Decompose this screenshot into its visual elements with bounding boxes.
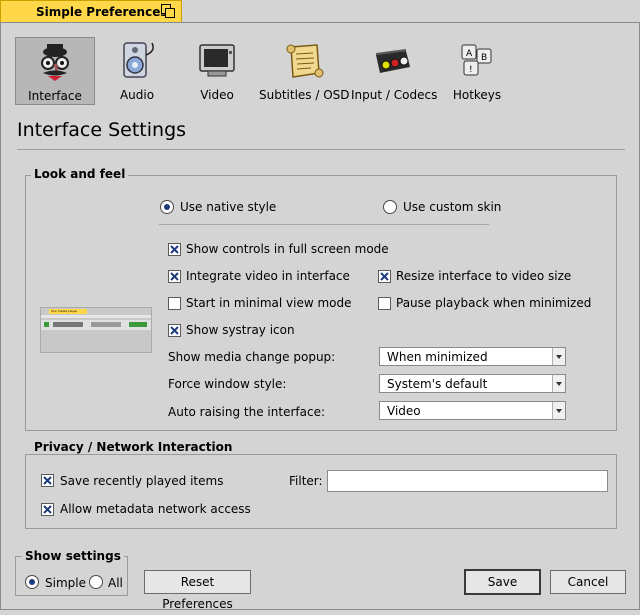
cancel-button[interactable]: Cancel xyxy=(550,570,626,594)
tab-audio[interactable]: Audio xyxy=(97,37,177,105)
input-codecs-icon xyxy=(376,49,410,73)
preferences-window: Interface Audio Video Subtitles / OSD In… xyxy=(0,22,640,611)
zoom-icon[interactable] xyxy=(161,4,175,18)
minimal-view-checkbox[interactable] xyxy=(168,297,181,310)
window-style-value: System's default xyxy=(387,377,488,391)
chevron-down-icon xyxy=(552,402,565,419)
show-settings-title: Show settings xyxy=(22,549,124,563)
minimal-view-label: Start in minimal view mode xyxy=(186,296,352,310)
tab-subtitles-osd[interactable]: Subtitles / OSD xyxy=(259,37,350,105)
hotkeys-icon: A B ! xyxy=(461,44,492,76)
save-recent-checkbox[interactable] xyxy=(41,474,54,487)
tab-hotkeys[interactable]: A B ! Hotkeys xyxy=(437,37,517,105)
svg-text:A: A xyxy=(466,49,473,59)
tab-label: Audio xyxy=(119,88,155,102)
systray-checkbox[interactable] xyxy=(168,324,181,337)
pause-minimized-checkbox[interactable] xyxy=(378,297,391,310)
auto-raise-label: Auto raising the interface: xyxy=(168,405,325,419)
tab-label: Input / Codecs xyxy=(351,88,438,102)
window-style-label: Force window style: xyxy=(168,377,287,391)
fullscreen-controls-checkbox[interactable] xyxy=(168,243,181,256)
svg-text:B: B xyxy=(481,53,487,63)
tab-video[interactable]: Video xyxy=(177,37,257,105)
simple-label: Simple xyxy=(45,576,86,590)
native-style-radio[interactable] xyxy=(160,200,174,214)
privacy-title: Privacy / Network Interaction xyxy=(31,440,236,454)
integrate-video-label: Integrate video in interface xyxy=(186,269,350,283)
preview-title: VLC media player xyxy=(49,309,87,314)
window-titlebar[interactable]: Simple Preferences xyxy=(0,0,182,22)
resize-interface-label: Resize interface to video size xyxy=(396,269,572,283)
save-recent-label: Save recently played items xyxy=(60,474,224,488)
look-and-feel-title: Look and feel xyxy=(31,167,129,181)
tab-label: Video xyxy=(200,88,234,102)
tab-input-codecs[interactable]: Input / Codecs xyxy=(351,37,438,105)
tab-label: Subtitles / OSD xyxy=(259,88,350,102)
tab-label: Interface xyxy=(28,89,82,103)
subtitles-icon xyxy=(286,44,324,78)
filter-label: Filter: xyxy=(289,474,323,488)
window-style-select[interactable]: System's default xyxy=(379,374,566,393)
auto-raise-select[interactable]: Video xyxy=(379,401,566,420)
media-popup-value: When minimized xyxy=(387,350,488,364)
media-popup-select[interactable]: When minimized xyxy=(379,347,566,366)
media-popup-label: Show media change popup: xyxy=(168,350,336,364)
chevron-down-icon xyxy=(552,348,565,365)
chevron-down-icon xyxy=(552,375,565,392)
native-style-label: Use native style xyxy=(180,200,277,214)
interface-icon xyxy=(41,44,69,81)
custom-skin-radio[interactable] xyxy=(383,200,397,214)
interface-preview-image: VLC media player xyxy=(40,307,152,353)
pause-minimized-label: Pause playback when minimized xyxy=(396,296,592,310)
auto-raise-value: Video xyxy=(387,404,421,418)
all-label: All xyxy=(108,576,123,590)
fullscreen-controls-label: Show controls in full screen mode xyxy=(186,242,389,256)
title-divider xyxy=(17,149,625,150)
reset-preferences-button[interactable]: Reset Preferences xyxy=(144,570,251,611)
save-button[interactable]: Save xyxy=(464,569,541,595)
integrate-video-checkbox[interactable] xyxy=(168,270,181,283)
metadata-access-label: Allow metadata network access xyxy=(60,502,251,516)
all-radio[interactable] xyxy=(89,575,103,589)
metadata-access-checkbox[interactable] xyxy=(41,503,54,516)
simple-radio[interactable] xyxy=(25,575,39,589)
video-icon xyxy=(199,44,235,77)
tab-label: Hotkeys xyxy=(452,88,502,102)
resize-interface-checkbox[interactable] xyxy=(378,270,391,283)
tab-interface[interactable]: Interface xyxy=(15,37,95,105)
filter-input[interactable] xyxy=(327,470,608,492)
style-divider xyxy=(159,224,489,225)
svg-text:!: ! xyxy=(469,65,473,75)
custom-skin-label: Use custom skin xyxy=(403,200,502,214)
audio-icon xyxy=(123,42,154,78)
page-title: Interface Settings xyxy=(17,119,187,141)
window-title: Simple Preferences xyxy=(36,5,168,19)
systray-label: Show systray icon xyxy=(186,323,295,337)
